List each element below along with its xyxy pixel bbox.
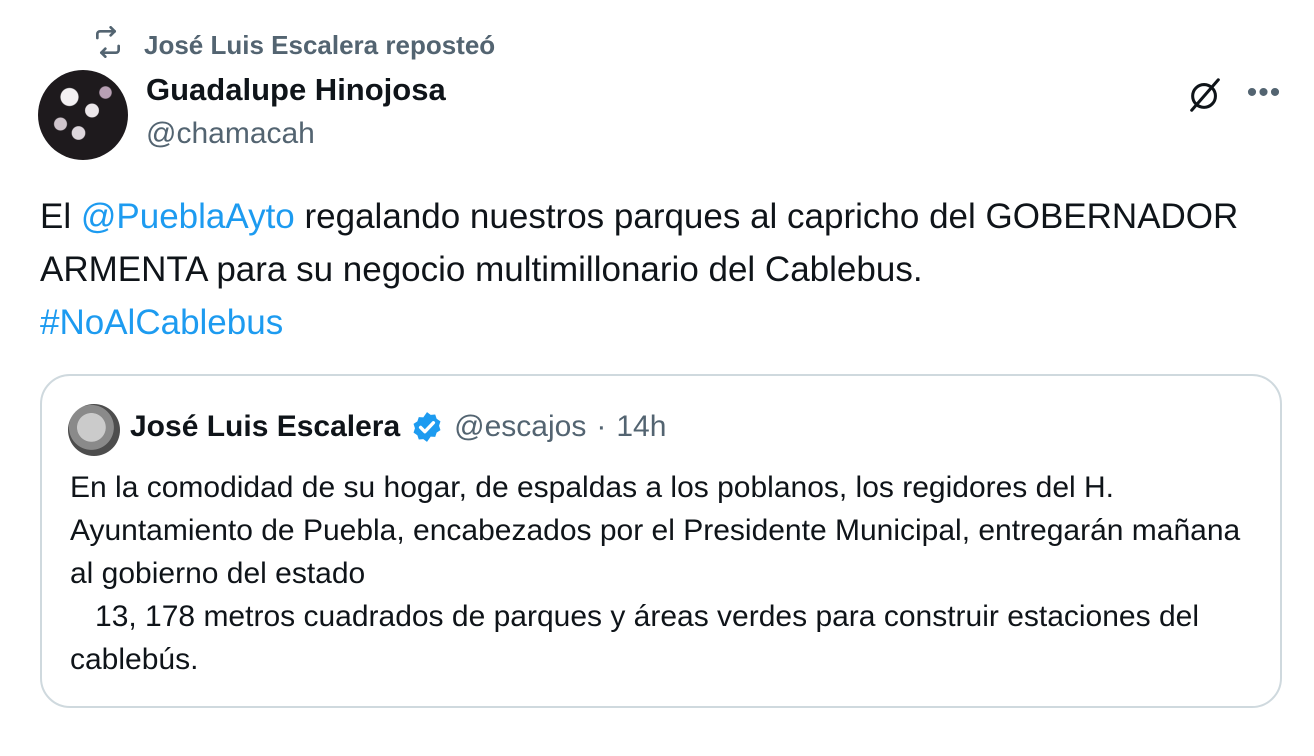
author-handle[interactable]: @chamacah: [146, 117, 315, 151]
quoted-tweet-text: En la comodidad de su hogar, de espaldas…: [70, 471, 1241, 676]
more-options-icon[interactable]: •••: [1246, 76, 1282, 110]
quoted-tweet-card[interactable]: José Luis Escalera @escajos · 14h En la …: [40, 374, 1282, 708]
tweet-text: El @PueblaAyto regalando nuestros parque…: [40, 190, 1290, 349]
author-avatar[interactable]: [38, 70, 128, 160]
quoted-tweet-header: José Luis Escalera @escajos · 14h: [130, 410, 666, 444]
mention-link[interactable]: @PueblaAyto: [81, 197, 295, 236]
repost-text[interactable]: José Luis Escalera reposteó: [144, 30, 495, 61]
separator-dot: ·: [596, 410, 607, 443]
quoted-author-avatar[interactable]: [68, 404, 120, 456]
grok-icon[interactable]: [1186, 76, 1224, 114]
repost-indicator[interactable]: José Luis Escalera reposteó: [90, 26, 495, 65]
tweet-text-part1: El: [40, 197, 81, 236]
verified-badge-icon: [413, 412, 441, 442]
quoted-tweet-time[interactable]: 14h: [616, 410, 666, 444]
hashtag-link[interactable]: #NoAlCablebus: [40, 303, 283, 342]
quoted-author-name[interactable]: José Luis Escalera: [130, 410, 400, 444]
quoted-author-handle[interactable]: @escajos: [454, 410, 586, 444]
author-name[interactable]: Guadalupe Hinojosa: [146, 72, 446, 108]
repost-icon: [90, 26, 126, 65]
